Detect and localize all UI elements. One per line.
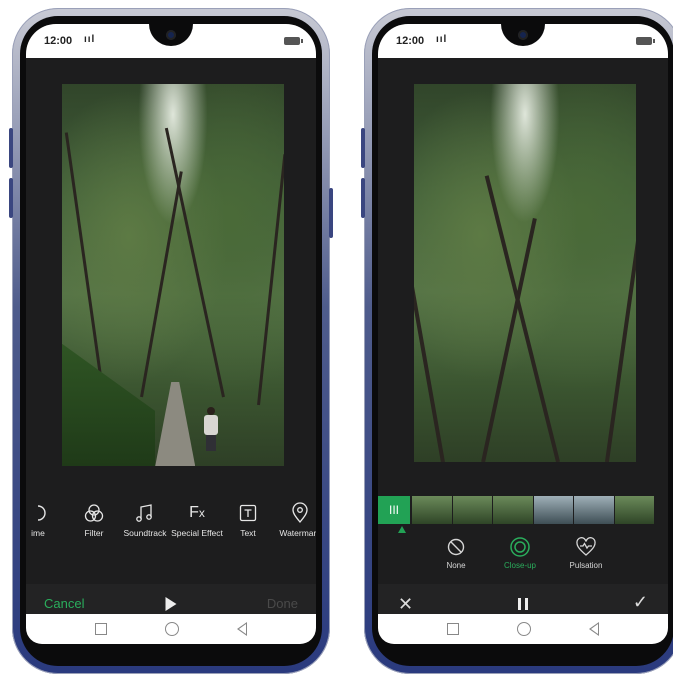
video-preview[interactable] <box>62 84 284 466</box>
tree-trunk <box>414 182 445 462</box>
play-icon[interactable] <box>165 597 177 611</box>
tree-trunk <box>164 127 225 398</box>
hedge <box>62 343 156 466</box>
tool-text[interactable]: Text <box>218 502 278 538</box>
phone-left: 12:00 ııl ime Filter Soundtrack F x Spec… <box>9 8 333 674</box>
back-icon[interactable] <box>237 622 247 636</box>
effect-label: None <box>446 561 466 570</box>
status-time: 12:00 <box>396 35 425 47</box>
recents-icon[interactable] <box>95 623 107 635</box>
transition-effects: None Close-up Pulsation <box>378 536 668 580</box>
signal-icon: ııl <box>84 34 96 45</box>
text-icon <box>218 502 278 524</box>
system-nav-bar <box>378 614 668 644</box>
system-nav-bar <box>26 614 316 644</box>
none-icon <box>426 536 486 558</box>
tree-trunk <box>139 171 183 398</box>
side-button <box>9 128 13 168</box>
status-time: 12:00 <box>44 35 73 47</box>
tool-watermark[interactable]: Watermark <box>270 502 316 538</box>
tool-soundtrack[interactable]: Soundtrack <box>115 502 175 538</box>
location-pin-icon <box>270 502 316 524</box>
theme-icon <box>26 502 68 524</box>
tool-theme[interactable]: ime <box>26 502 68 538</box>
thumbnail <box>533 496 573 524</box>
tool-label: Text <box>240 528 256 538</box>
video-preview[interactable] <box>414 84 636 462</box>
screen: 12:00 ııl III None Close-up Pulsation ✕ … <box>378 24 668 644</box>
music-icon <box>115 502 175 524</box>
front-camera-icon <box>166 30 176 40</box>
screen: 12:00 ııl ime Filter Soundtrack F x Spec… <box>26 24 316 644</box>
pause-icon[interactable] <box>518 598 528 610</box>
front-camera-icon <box>518 30 528 40</box>
home-icon[interactable] <box>517 622 531 636</box>
thumbnail <box>452 496 492 524</box>
side-button <box>9 178 13 218</box>
effect-label: Pulsation <box>569 561 603 570</box>
tool-label: ime <box>31 528 45 538</box>
timeline-handle[interactable]: III <box>378 496 410 524</box>
effect-none[interactable]: None <box>426 536 486 570</box>
back-icon[interactable] <box>589 622 599 636</box>
close-icon[interactable]: ✕ <box>398 594 413 615</box>
tree-trunk <box>484 175 561 462</box>
confirm-check-icon[interactable]: ✓ <box>633 592 648 613</box>
side-button <box>361 178 365 218</box>
thumbnail <box>493 496 533 524</box>
closeup-icon <box>490 536 550 558</box>
tool-label: Watermark <box>279 528 316 538</box>
tree-trunk <box>604 199 636 462</box>
power-button <box>329 188 333 238</box>
timeline-thumbnails[interactable] <box>412 496 654 524</box>
phone-bezel: 12:00 ııl ime Filter Soundtrack F x Spec… <box>20 16 322 666</box>
signal-icon: ııl <box>436 34 448 45</box>
battery-icon <box>284 37 303 45</box>
thumbnail <box>574 496 614 524</box>
thumbnail <box>412 496 452 524</box>
playhead-marker <box>398 526 406 533</box>
recents-icon[interactable] <box>447 623 459 635</box>
phone-right: 12:00 ııl III None Close-up Pulsation ✕ … <box>361 8 673 674</box>
editing-toolbar: ime Filter Soundtrack Fx Special Effect … <box>26 502 316 572</box>
battery-icon <box>636 37 655 45</box>
person <box>202 406 220 451</box>
heart-pulse-icon <box>556 536 616 558</box>
tool-label: Soundtrack <box>123 528 167 538</box>
effect-pulsation[interactable]: Pulsation <box>556 536 616 570</box>
walkway <box>155 381 196 466</box>
thumbnail <box>614 496 654 524</box>
effect-label: Close-up <box>503 561 536 570</box>
video-timeline[interactable]: III <box>378 496 668 533</box>
cancel-button[interactable]: Cancel <box>44 596 84 611</box>
done-button[interactable]: Done <box>267 596 298 611</box>
home-icon[interactable] <box>165 622 179 636</box>
phone-bezel: 12:00 ııl III None Close-up Pulsation ✕ … <box>372 16 673 666</box>
side-button <box>361 128 365 168</box>
tree-trunk <box>257 154 284 406</box>
effect-close-up[interactable]: Close-up <box>490 536 550 570</box>
